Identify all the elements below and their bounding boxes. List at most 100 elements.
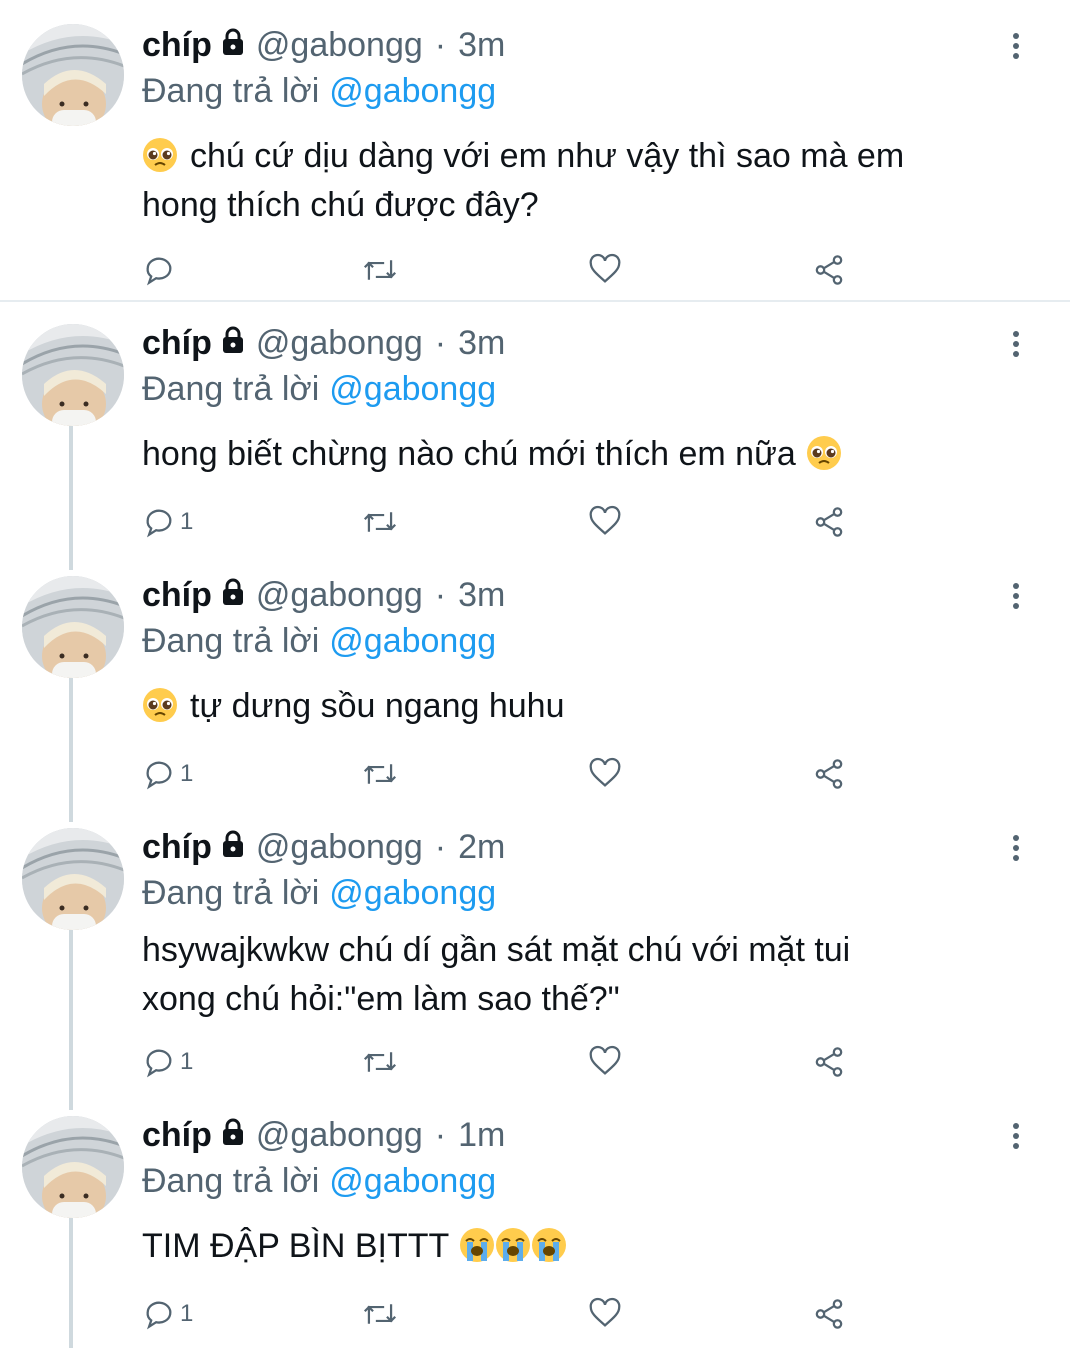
reply-button[interactable]: 1 [142,754,193,794]
handle[interactable]: @gabongg [256,324,423,363]
mention-link[interactable]: @gabongg [329,874,496,912]
like-button[interactable] [588,502,622,542]
replying-to: Đang trả lời @gabongg [142,72,496,111]
share-icon [815,255,843,285]
tweet-text: chú cứ dịu dàng với em như vậy thì sao m… [142,132,1032,230]
avatar[interactable] [22,324,124,426]
retweet-icon [363,512,397,532]
avatar[interactable] [22,828,124,930]
reply-button[interactable]: 1 [142,1294,193,1334]
reply-icon [146,761,172,790]
timestamp[interactable]: 1m [458,1116,505,1155]
share-button[interactable] [812,502,846,542]
tweet[interactable]: chíp @gabongg · 1m Đang trả lời @gabongg … [0,1094,1070,1348]
more-options-icon[interactable] [1008,32,1024,62]
replying-label: Đang trả lời [142,874,320,912]
like-button[interactable] [588,250,622,290]
handle[interactable]: @gabongg [256,576,423,615]
text-line: xong chú hỏi:"em làm sao thế?" [142,980,620,1018]
more-options-icon[interactable] [1008,834,1024,864]
replying-to: Đang trả lời @gabongg [142,874,496,913]
display-name[interactable]: chíp [142,828,212,867]
mention-link[interactable]: @gabongg [329,72,496,110]
avatar[interactable] [22,24,124,126]
reply-button[interactable] [142,250,180,290]
tweet-header: chíp @gabongg · 3m [142,320,505,366]
display-name[interactable]: chíp [142,324,212,363]
text-line: tự dưng sồu ngang huhu [142,682,1032,731]
like-button[interactable] [588,1042,622,1082]
tweet[interactable]: chíp @gabongg · 3m Đang trả lời @gabongg … [0,554,1070,822]
tweet-actions: 1 [142,1294,862,1334]
lock-icon [220,576,246,615]
thread-line [69,678,73,822]
handle[interactable]: @gabongg [256,1116,423,1155]
timestamp[interactable]: 3m [458,576,505,615]
more-options-icon[interactable] [1008,582,1024,612]
display-name[interactable]: chíp [142,26,212,65]
display-name[interactable]: chíp [142,576,212,615]
display-name[interactable]: chíp [142,1116,212,1155]
retweet-icon [363,260,397,280]
tweet-actions: 1 [142,502,862,542]
tweet-text: hong biết chừng nào chú mới thích em nữa [142,430,1032,479]
tweet-header: chíp @gabongg · 1m [142,1112,505,1158]
avatar[interactable] [22,576,124,678]
share-button[interactable] [812,1042,846,1082]
share-icon [815,759,843,789]
timestamp[interactable]: 3m [458,26,505,65]
replying-to: Đang trả lời @gabongg [142,622,496,661]
text-line: hong thích chú được đây? [142,186,539,224]
tweet-actions [142,250,862,290]
reply-count: 1 [180,1048,194,1075]
replying-label: Đang trả lời [142,72,320,110]
handle[interactable]: @gabongg [256,26,423,65]
thread-line [69,426,73,570]
lock-icon [220,324,246,363]
reply-icon [146,257,172,286]
lock-icon [220,26,246,65]
more-options-icon[interactable] [1008,330,1024,360]
tweet[interactable]: chíp @gabongg · 3m Đang trả lời @gabongg … [0,302,1070,570]
retweet-button[interactable] [362,1042,398,1082]
loudly-crying-face-emoji [531,1227,567,1263]
more-options-icon[interactable] [1008,1122,1024,1152]
reply-button[interactable]: 1 [142,1042,193,1082]
mention-link[interactable]: @gabongg [329,1162,496,1200]
retweet-icon [363,1304,397,1324]
reply-icon [146,509,172,538]
text-line: chú cứ dịu dàng với em như vậy thì sao m… [142,132,1032,181]
replying-to: Đang trả lời @gabongg [142,1162,496,1201]
pleading-face-emoji [142,137,178,173]
share-button[interactable] [812,250,846,290]
mention-link[interactable]: @gabongg [329,370,496,408]
retweet-button[interactable] [362,1294,398,1334]
timestamp[interactable]: 3m [458,324,505,363]
retweet-button[interactable] [362,250,398,290]
tweet-header: chíp @gabongg · 2m [142,824,505,870]
avatar[interactable] [22,1116,124,1218]
pleading-face-emoji [142,687,178,723]
separator-dot: · [434,1115,447,1154]
text-line: TIM ĐẬP BÌN BỊTTT [142,1222,1032,1271]
pleading-face-emoji [806,435,842,471]
share-button[interactable] [812,1294,846,1334]
timestamp[interactable]: 2m [458,828,505,867]
retweet-button[interactable] [362,754,398,794]
retweet-icon [363,764,397,784]
like-button[interactable] [588,754,622,794]
tweet-actions: 1 [142,754,862,794]
retweet-icon [363,1052,397,1072]
mention-link[interactable]: @gabongg [329,622,496,660]
share-button[interactable] [812,754,846,794]
like-button[interactable] [588,1294,622,1334]
tweet[interactable]: chíp @gabongg · 2m Đang trả lời @gabongg … [0,806,1070,1110]
handle[interactable]: @gabongg [256,828,423,867]
separator-dot: · [434,827,447,866]
reply-button[interactable]: 1 [142,502,193,542]
lock-icon [220,828,246,867]
retweet-button[interactable] [362,502,398,542]
replying-label: Đang trả lời [142,622,320,660]
heart-icon [589,253,621,283]
tweet[interactable]: chíp @gabongg · 3m Đang trả lời @gabongg … [0,0,1070,300]
